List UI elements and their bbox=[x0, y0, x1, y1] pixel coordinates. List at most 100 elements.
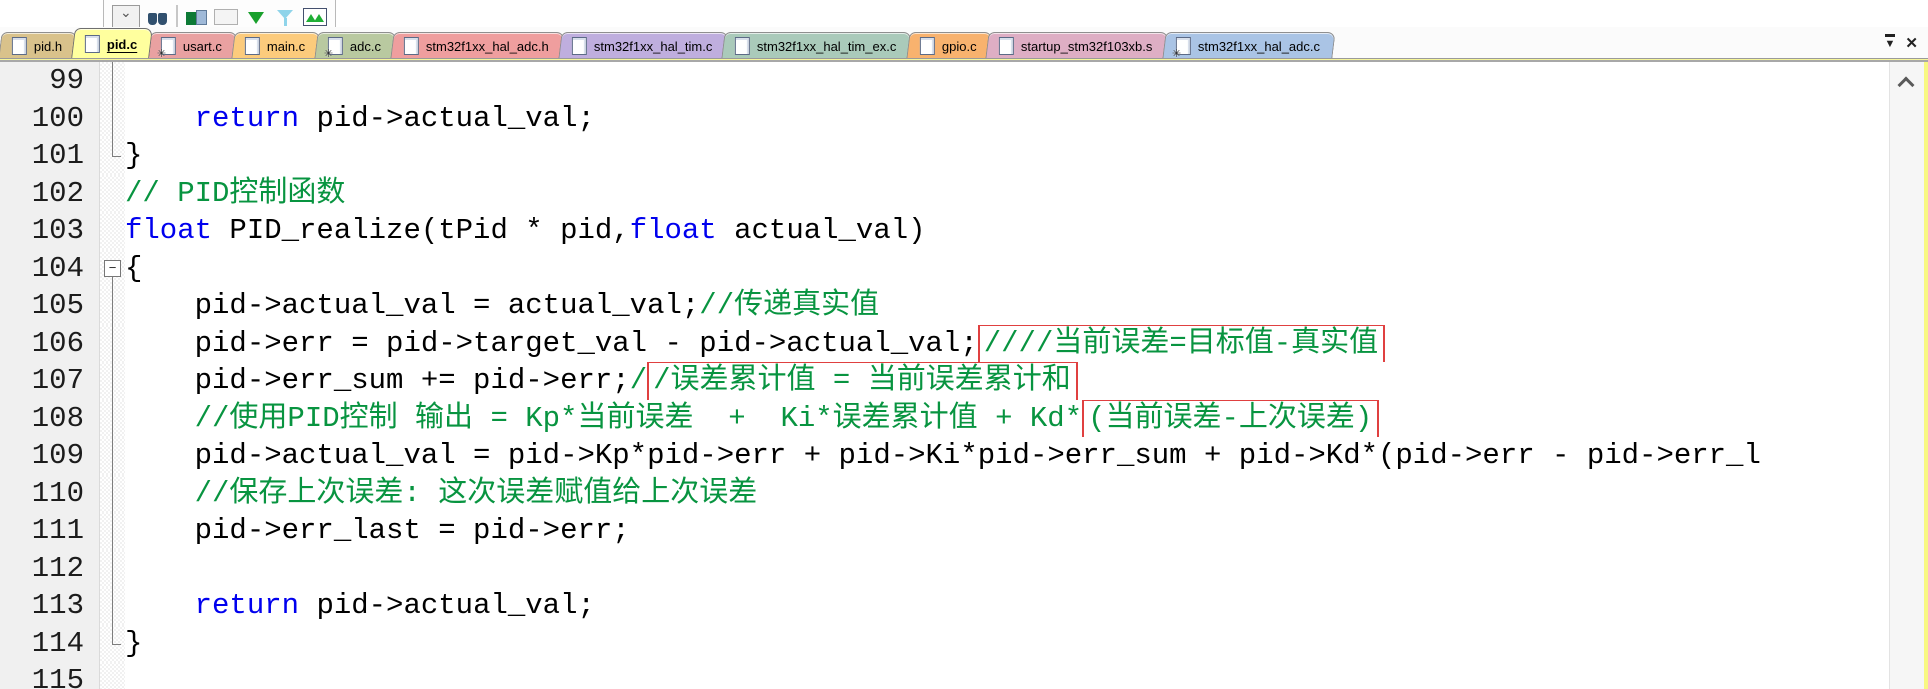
code-text[interactable]: pid->err_sum += pid->err;//误差累计值 = 当前误差累… bbox=[125, 362, 1928, 400]
find-binoculars-icon[interactable] bbox=[147, 7, 169, 27]
combo-dropdown-icon[interactable] bbox=[112, 4, 140, 27]
annotated-comment-segment: ////当前误差=目标值-真实值 bbox=[977, 324, 1386, 362]
vertical-scrollbar[interactable] bbox=[1889, 62, 1924, 689]
code-text[interactable]: pid->err_last = pid->err; bbox=[125, 512, 1928, 550]
fold-rail bbox=[112, 324, 113, 362]
code-text[interactable] bbox=[125, 62, 1928, 100]
code-line: 102 // PID控制函数 bbox=[0, 174, 1928, 213]
line-number: 109 bbox=[0, 437, 100, 475]
tab-stm32f1xx_hal_tim_ex.c[interactable]: stm32f1xx_hal_tim_ex.c bbox=[721, 32, 913, 58]
tab-label: pid.h bbox=[33, 38, 63, 53]
code-text[interactable]: pid->actual_val = actual_val;//传递真实值 bbox=[125, 287, 1928, 325]
tab-label: stm32f1xx_hal_adc.h bbox=[425, 38, 549, 53]
code-segment: actual_val) bbox=[716, 214, 926, 247]
code-editor[interactable]: 99 100 return pid->actual_val; 101} 102// P… bbox=[0, 62, 1928, 689]
code-segment: PID_realize(tPid * pid, bbox=[212, 214, 630, 247]
code-segment: pid->actual_val; bbox=[299, 101, 595, 135]
tab-label: stm32f1xx_hal_tim.c bbox=[593, 38, 713, 53]
scroll-up-arrow-icon[interactable] bbox=[1899, 76, 1911, 88]
source-file-icon bbox=[244, 36, 260, 55]
code-line: 113 return pid->actual_val; bbox=[0, 587, 1928, 625]
source-file-icon bbox=[999, 36, 1015, 55]
code-line: 100 return pid->actual_val; bbox=[0, 99, 1928, 138]
source-file-icon bbox=[919, 36, 935, 55]
code-line: 111 pid->err_last = pid->err; bbox=[0, 512, 1928, 550]
tab-startup_stm32f103xb.s[interactable]: startup_stm32f103xb.s bbox=[985, 32, 1169, 58]
tab-pid.c[interactable]: pid.c bbox=[71, 28, 154, 58]
code-text[interactable] bbox=[125, 550, 1928, 588]
code-text[interactable]: } bbox=[125, 137, 1928, 175]
comment-segment: // PID控制函数 bbox=[125, 176, 346, 210]
code-text[interactable]: pid->err = pid->target_val - pid->actual… bbox=[125, 324, 1928, 362]
tab-gpio.c[interactable]: gpio.c bbox=[906, 32, 993, 58]
code-text[interactable]: //使用PID控制 输出 = Kp*当前误差 + Ki*误差累计值 + Kd*(… bbox=[125, 399, 1928, 437]
tab-stm32f1xx_hal_tim.c[interactable]: stm32f1xx_hal_tim.c bbox=[558, 32, 728, 58]
code-segment: } bbox=[125, 139, 143, 172]
funnel-icon[interactable] bbox=[274, 7, 296, 27]
fold-rail bbox=[112, 275, 113, 287]
code-segment: pid->err_sum += pid->err; bbox=[125, 364, 630, 397]
code-text[interactable]: //保存上次误差: 这次误差赋值给上次误差 bbox=[125, 475, 1928, 513]
line-number: 113 bbox=[0, 587, 100, 625]
code-line: 99 bbox=[0, 62, 1928, 100]
line-number: 105 bbox=[0, 287, 100, 325]
code-line: 114} bbox=[0, 624, 1928, 663]
keyword-segment: float bbox=[125, 214, 213, 247]
frame-icon[interactable] bbox=[214, 9, 238, 25]
comment-segment: //保存上次误差: 这次误差赋值给上次误差 bbox=[194, 476, 758, 510]
fold-margin bbox=[100, 587, 125, 625]
tab-label: main.c bbox=[266, 38, 305, 53]
tab-overflow-button[interactable]: ▼ bbox=[1884, 34, 1896, 52]
top-toolbar bbox=[0, 0, 1928, 27]
tab-close-button[interactable]: ✕ bbox=[1905, 36, 1918, 51]
code-text[interactable]: return pid->actual_val; bbox=[125, 100, 1928, 138]
tab-stm32f1xx_hal_adc.h[interactable]: stm32f1xx_hal_adc.h bbox=[390, 32, 565, 58]
code-segment: pid->err = pid->target_val - pid->actual… bbox=[125, 326, 978, 360]
separator bbox=[176, 5, 178, 27]
tab-adc.c[interactable]: adc.c bbox=[314, 32, 397, 58]
line-number: 114 bbox=[0, 624, 100, 662]
code-rows: 99 100 return pid->actual_val; 101} 102// P… bbox=[0, 62, 1928, 689]
tab-label: gpio.c bbox=[941, 38, 977, 53]
fold-margin bbox=[100, 99, 125, 137]
fold-rail bbox=[112, 549, 113, 587]
tab-main.c[interactable]: main.c bbox=[230, 32, 321, 58]
fold-margin bbox=[100, 399, 125, 437]
code-text[interactable]: float PID_realize(tPid * pid,float actua… bbox=[125, 212, 1928, 250]
flag-box-icon[interactable] bbox=[303, 8, 327, 26]
fold-rail bbox=[112, 99, 113, 137]
code-text[interactable] bbox=[125, 662, 1928, 689]
fold-collapse-button[interactable]: − bbox=[104, 259, 121, 277]
code-segment: { bbox=[125, 251, 143, 285]
annotated-comment-segment: (当前误差-上次误差) bbox=[1082, 399, 1380, 437]
code-text[interactable]: { bbox=[125, 250, 1928, 288]
code-text[interactable]: return pid->actual_val; bbox=[125, 587, 1928, 625]
code-text[interactable]: pid->actual_val = pid->Kp*pid->err + pid… bbox=[125, 437, 1928, 475]
columns-icon[interactable] bbox=[185, 7, 207, 27]
green-arrow-down-icon[interactable] bbox=[245, 7, 267, 27]
code-segment: pid->actual_val = pid->Kp*pid->err + pid… bbox=[125, 439, 1761, 472]
code-line: 109 pid->actual_val = pid->Kp*pid->err +… bbox=[0, 437, 1928, 475]
fold-margin bbox=[100, 437, 125, 475]
code-text[interactable]: // PID控制函数 bbox=[125, 175, 1928, 213]
tab-pid.h[interactable]: pid.h bbox=[0, 32, 78, 58]
fold-margin bbox=[100, 549, 125, 587]
line-number: 111 bbox=[0, 512, 100, 550]
source-file-gear-icon bbox=[1175, 36, 1191, 55]
line-number: 112 bbox=[0, 549, 100, 587]
comment-segment: / bbox=[629, 364, 648, 397]
tab-usart.c[interactable]: usart.c bbox=[146, 32, 238, 58]
source-file-icon bbox=[11, 36, 27, 55]
source-file-icon bbox=[85, 34, 101, 53]
fold-end-corner bbox=[112, 137, 121, 157]
keyword-segment: return bbox=[194, 589, 300, 622]
tab-stm32f1xx_hal_adc.c[interactable]: stm32f1xx_hal_adc.c bbox=[1162, 32, 1336, 58]
source-file-icon bbox=[735, 36, 751, 55]
source-file-icon bbox=[571, 36, 587, 55]
code-text[interactable]: } bbox=[125, 625, 1928, 663]
fold-rail bbox=[112, 362, 113, 400]
